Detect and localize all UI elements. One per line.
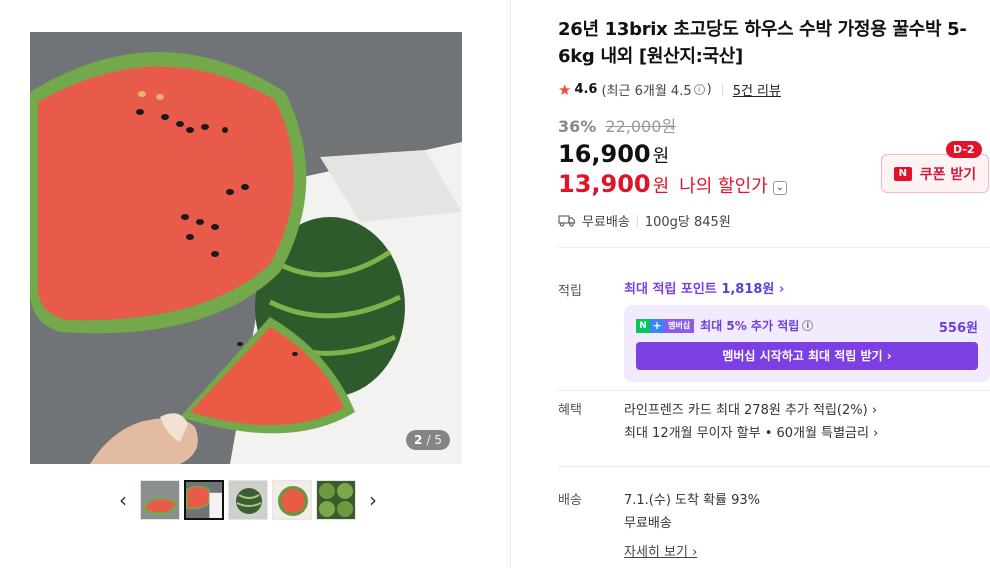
star-icon: ★ xyxy=(558,80,572,99)
delivery-fee: 무료배송 xyxy=(624,516,672,531)
membership-row: N + 멤버십 최대 5% 추가 적립 i xyxy=(636,317,815,334)
review-count-link[interactable]: 5건 리뷰 xyxy=(733,80,781,99)
arrival-estimate: 7.1.(수) 도착 확률 93% xyxy=(624,493,761,508)
thumbnail-image xyxy=(141,481,179,519)
original-price: 22,000원 xyxy=(605,117,677,136)
thumbnail-strip: ‹ › xyxy=(110,478,390,522)
column-divider xyxy=(510,0,511,568)
delivery-detail-link[interactable]: 자세히 보기 › xyxy=(624,541,697,560)
next-image-button[interactable]: › xyxy=(360,480,386,520)
info-icon[interactable]: i xyxy=(693,84,705,95)
my-discount-price: 13,900 원 나의 할인가 ⌄ xyxy=(558,170,787,198)
product-gallery: 2 / 5 ‹ › xyxy=(0,0,510,568)
unit-price: 100g당 845원 xyxy=(644,215,731,230)
separator xyxy=(636,214,638,227)
divider xyxy=(558,247,990,248)
shipping-line: 무료배송 100g당 845원 xyxy=(558,211,731,230)
chevron-right-icon: › xyxy=(778,282,785,297)
my-price-unit: 원 xyxy=(652,176,670,197)
discount-rate: 36% xyxy=(558,117,597,136)
card-benefit-link[interactable]: 라인프렌즈 카드 최대 278원 추가 적립(2%) › xyxy=(624,399,877,418)
recent-rating: (최근 6개월 4.5 xyxy=(601,84,692,99)
membership-amount: 556원 xyxy=(938,321,978,336)
membership-box: N + 멤버십 최대 5% 추가 적립 i 556원 멤버십 시작하고 최대 적립 … xyxy=(624,305,990,382)
rating-score: 4.6 xyxy=(574,82,598,97)
naver-n-icon: N xyxy=(893,166,912,181)
image-counter: 2 / 5 xyxy=(405,430,450,450)
thumbnail-image xyxy=(229,481,267,519)
thumbnail-5[interactable] xyxy=(316,480,356,520)
separator xyxy=(721,83,723,96)
membership-start-button[interactable]: 멤버십 시작하고 최대 적립 받기 › xyxy=(636,342,978,370)
points-label: 적립 xyxy=(558,284,582,299)
product-title: 26년 13brix 초고당도 하우스 수박 가정용 꿀수박 5-6kg 내외 … xyxy=(558,19,967,67)
prev-image-button[interactable]: ‹ xyxy=(110,480,136,520)
chevron-down-icon[interactable]: ⌄ xyxy=(772,181,787,195)
max-points-link[interactable]: 최대 적립 포인트 1,818원 › xyxy=(624,278,784,297)
membership-text: 최대 5% 추가 적립 xyxy=(700,319,800,333)
truck-icon xyxy=(558,215,576,227)
thumbnail-2[interactable] xyxy=(184,480,224,520)
sale-price-unit: 원 xyxy=(652,146,670,167)
shipping-text: 무료배송 xyxy=(582,215,630,230)
sale-price-value: 16,900 xyxy=(558,140,651,168)
chevron-left-icon: ‹ xyxy=(119,488,127,512)
thumbnail-1[interactable] xyxy=(140,480,180,520)
thumbnail-4[interactable] xyxy=(272,480,312,520)
main-product-image[interactable]: 2 / 5 xyxy=(30,32,462,464)
my-price-label: 나의 할인가 xyxy=(679,176,768,197)
divider xyxy=(558,466,990,467)
discount-line: 36% 22,000원 xyxy=(558,113,676,137)
chevron-right-icon: › xyxy=(369,488,377,512)
my-price-value: 13,900 xyxy=(558,170,651,198)
thumbnail-3[interactable] xyxy=(228,480,268,520)
delivery-label: 배송 xyxy=(558,493,582,508)
benefits-label: 혜택 xyxy=(558,403,582,418)
sale-price: 16,900 원 xyxy=(558,140,669,168)
recent-rating-close: ) xyxy=(706,82,712,97)
info-icon[interactable]: i xyxy=(802,320,814,331)
installment-benefit-link[interactable]: 최대 12개월 무이자 할부 • 60개월 특별금리 › xyxy=(624,422,878,441)
thumbnail-image xyxy=(317,481,355,519)
naver-plus-membership-icon: N + 멤버십 xyxy=(636,318,695,333)
coupon-label: 쿠폰 받기 xyxy=(919,166,977,183)
thumbnail-image xyxy=(273,481,311,519)
coupon-dday-badge: D-2 xyxy=(946,141,982,158)
rating-row: ★ 4.6 (최근 6개월 4.5 i ) 5건 리뷰 xyxy=(558,80,781,100)
coupon-button[interactable]: N 쿠폰 받기 xyxy=(881,154,989,193)
watermelon-photo xyxy=(30,32,462,464)
thumbnail-image xyxy=(186,482,222,518)
divider xyxy=(558,390,990,391)
